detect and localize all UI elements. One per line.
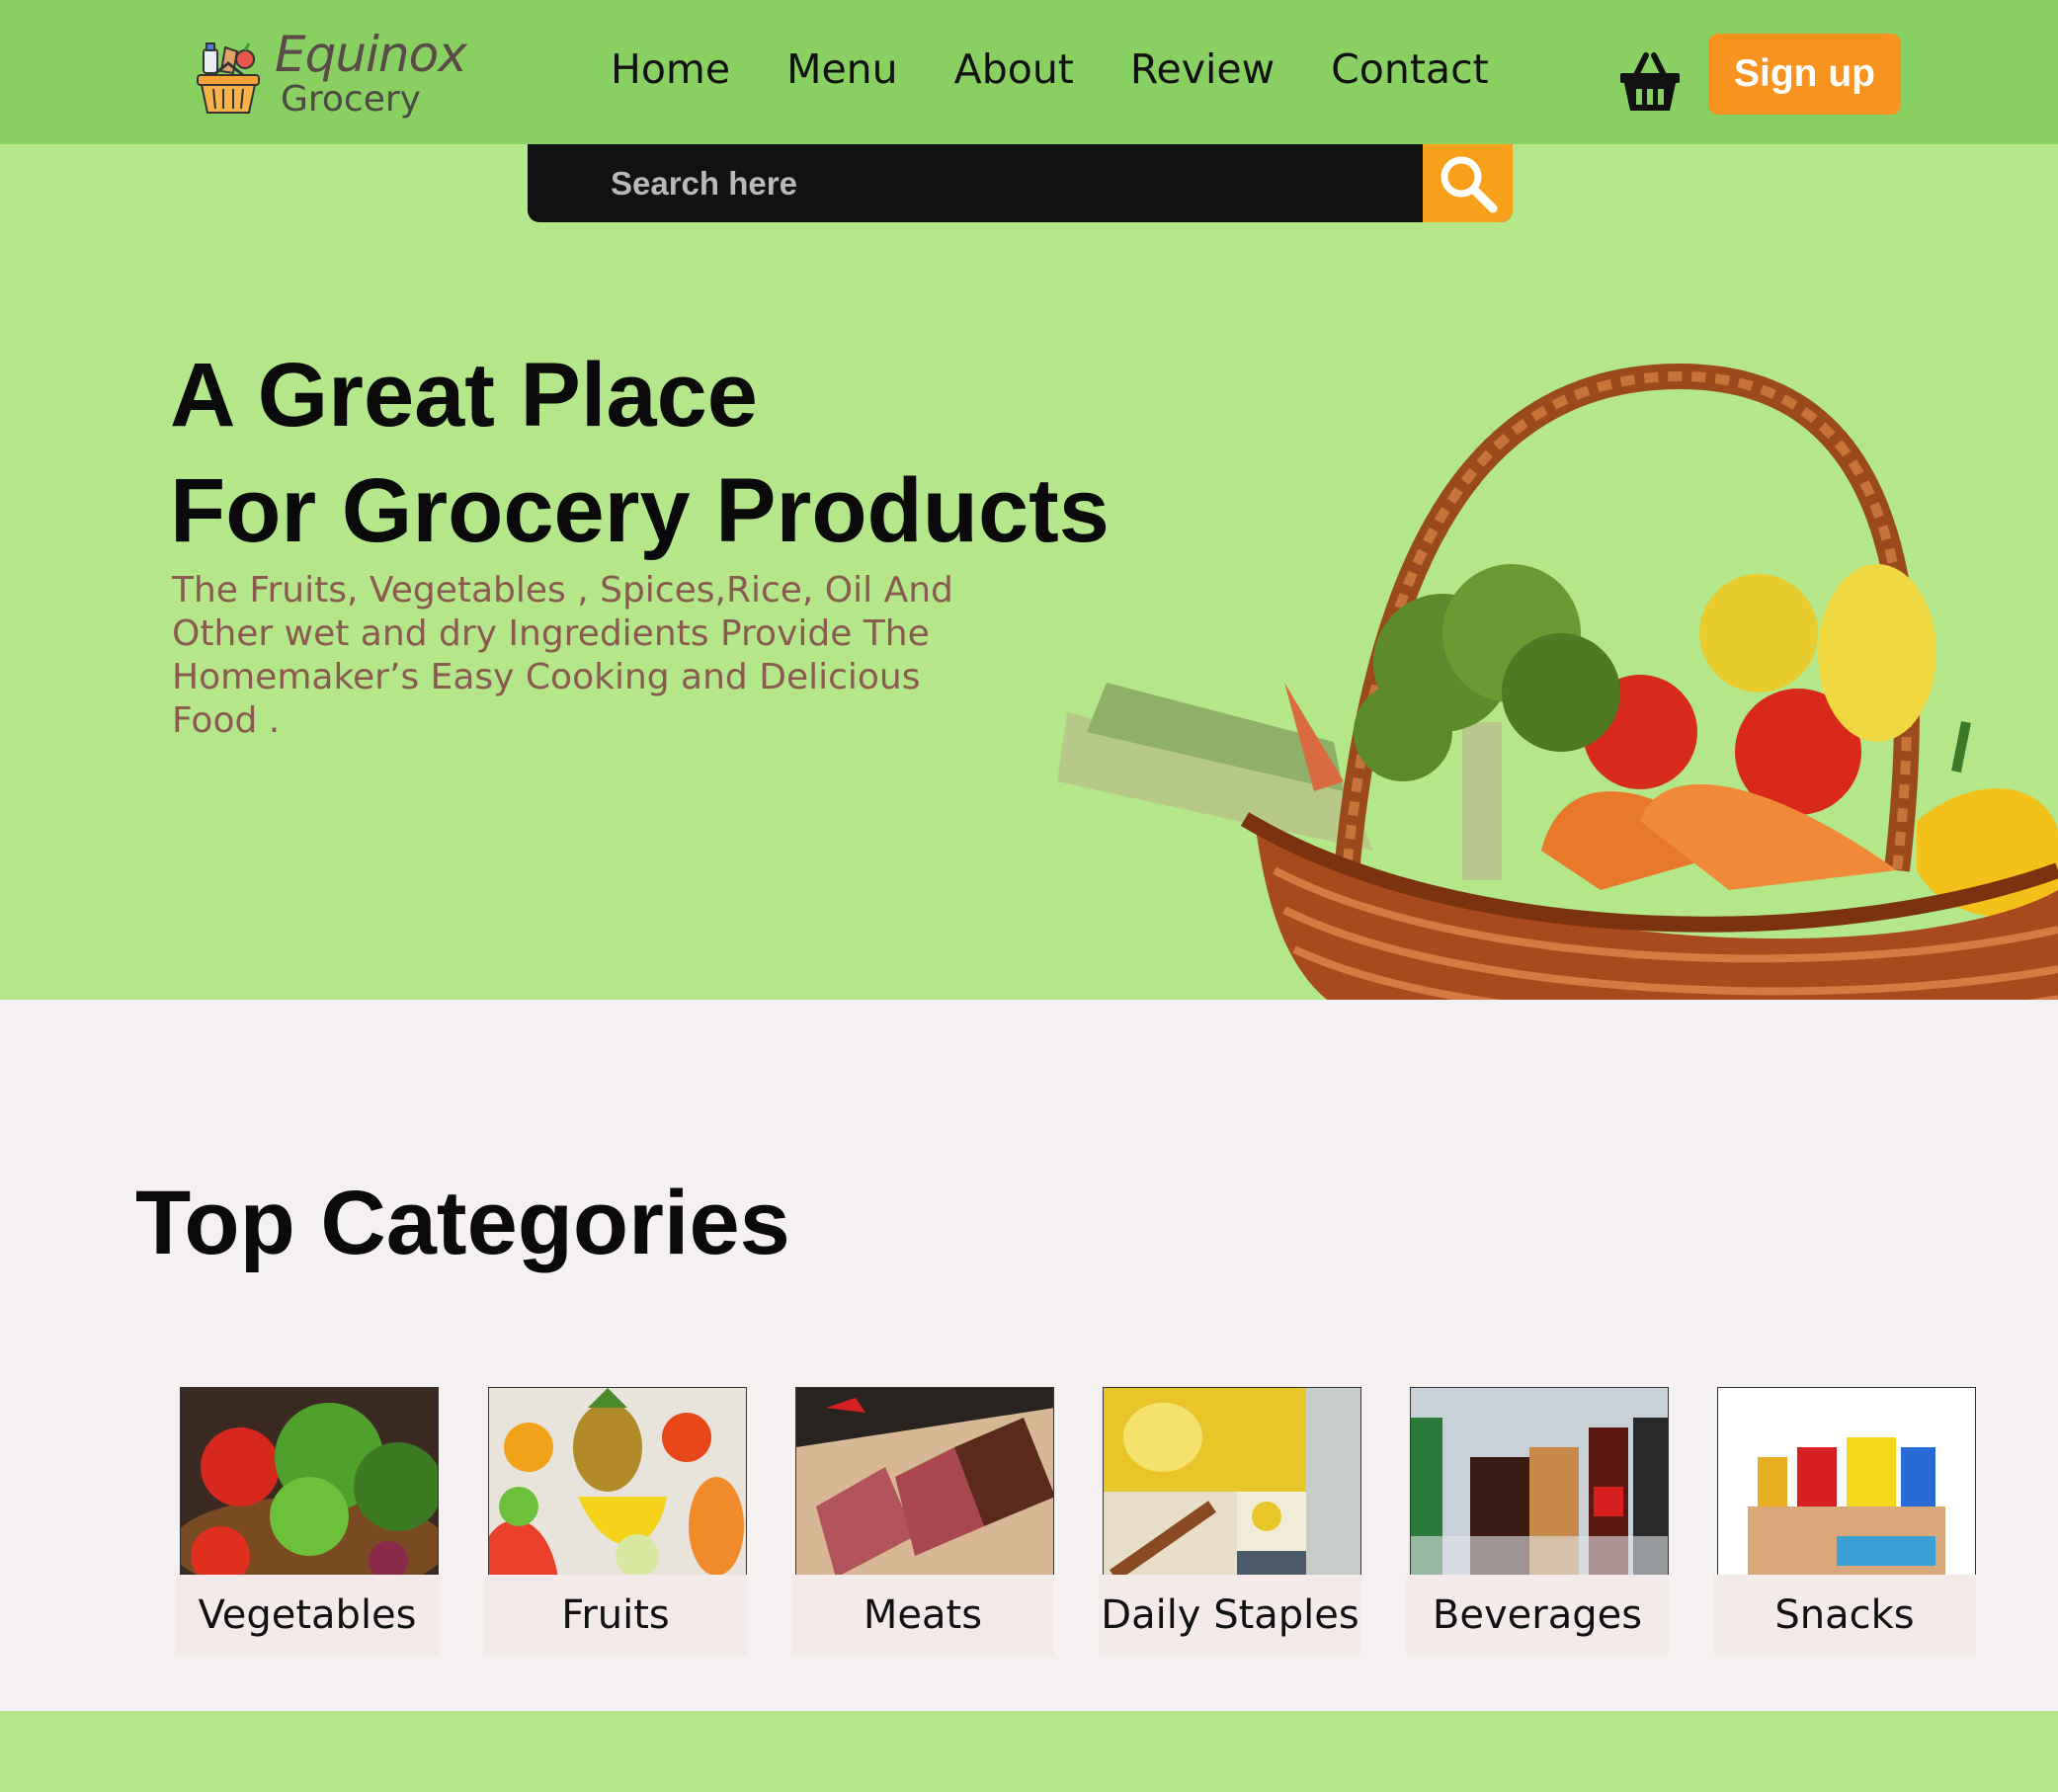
main-nav: Home Menu About Review Contact xyxy=(611,45,1545,95)
hero-section: A Great Place For Grocery Products The F… xyxy=(0,144,2058,1000)
footer-band xyxy=(0,1711,2058,1792)
nav-review-link[interactable]: Review xyxy=(1130,45,1275,95)
category-card-snacks[interactable]: Snacks xyxy=(1713,1387,1976,1656)
hero-title: A Great Place For Grocery Products xyxy=(170,338,1110,569)
category-card-daily-staples[interactable]: Daily Staples xyxy=(1099,1387,1361,1656)
brand-logo[interactable]: Equinox Grocery xyxy=(196,26,482,124)
hero-description: The Fruits, Vegetables , Spices,Rice, Oi… xyxy=(172,570,953,741)
beverages-photo xyxy=(1410,1387,1669,1577)
category-label: Snacks xyxy=(1713,1575,1976,1656)
grocery-basket-icon xyxy=(197,42,260,114)
nav-home-link[interactable]: Home xyxy=(611,45,730,95)
category-card-vegetables[interactable]: Vegetables xyxy=(176,1387,439,1656)
category-label: Vegetables xyxy=(176,1575,439,1656)
category-card-meats[interactable]: Meats xyxy=(791,1387,1054,1656)
shopping-basket-icon[interactable] xyxy=(1618,49,1682,115)
hero-title-line2: For Grocery Products xyxy=(170,460,1110,561)
daily-staples-photo xyxy=(1103,1387,1361,1577)
category-card-fruits[interactable]: Fruits xyxy=(484,1387,747,1656)
search-input[interactable] xyxy=(528,144,1423,222)
category-label: Meats xyxy=(791,1575,1054,1656)
search-bar xyxy=(528,144,1513,222)
top-navbar: Equinox Grocery Home Menu About Review C… xyxy=(0,0,2058,144)
search-icon xyxy=(1441,156,1497,212)
category-label: Fruits xyxy=(484,1575,747,1656)
meats-photo xyxy=(795,1387,1054,1577)
top-categories-section: Top Categories Vegetables Fruits Meats D… xyxy=(0,1000,2058,1711)
brand-name: Equinox xyxy=(275,26,467,83)
categories-title: Top Categories xyxy=(135,1173,790,1273)
category-card-beverages[interactable]: Beverages xyxy=(1406,1387,1669,1656)
nav-contact-link[interactable]: Contact xyxy=(1331,45,1489,95)
vegetable-basket-photo xyxy=(1057,363,2058,1000)
snacks-photo xyxy=(1717,1387,1976,1577)
brand-tagline: Grocery xyxy=(281,79,421,120)
signup-button[interactable]: Sign up xyxy=(1708,34,1901,115)
hero-title-line1: A Great Place xyxy=(170,345,758,446)
category-label: Daily Staples xyxy=(1099,1575,1361,1656)
nav-menu-link[interactable]: Menu xyxy=(786,45,898,95)
vegetables-photo xyxy=(180,1387,439,1577)
search-button[interactable] xyxy=(1423,144,1513,222)
nav-about-link[interactable]: About xyxy=(954,45,1074,95)
fruits-photo xyxy=(488,1387,747,1577)
category-label: Beverages xyxy=(1406,1575,1669,1656)
